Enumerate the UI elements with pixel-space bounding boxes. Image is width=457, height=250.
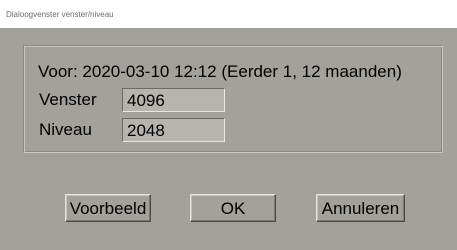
cancel-button[interactable]: Annuleren [316,194,405,222]
venster-label: Venster [39,90,97,109]
window-title: Dialoogvenster venster/niveau [6,10,114,19]
title-bar[interactable]: Dialoogvenster venster/niveau [0,0,457,28]
niveau-input[interactable] [122,118,225,142]
venster-input[interactable] [122,88,225,112]
preview-button[interactable]: Voorbeeld [65,194,151,222]
niveau-label: Niveau [39,120,92,139]
ok-button[interactable]: OK [190,194,276,222]
dialog-window: Dialoogvenster venster/niveau Voor: 2020… [0,0,457,250]
study-summary-label: Voor: 2020-03-10 12:12 (Eerder 1, 12 maa… [38,62,402,81]
